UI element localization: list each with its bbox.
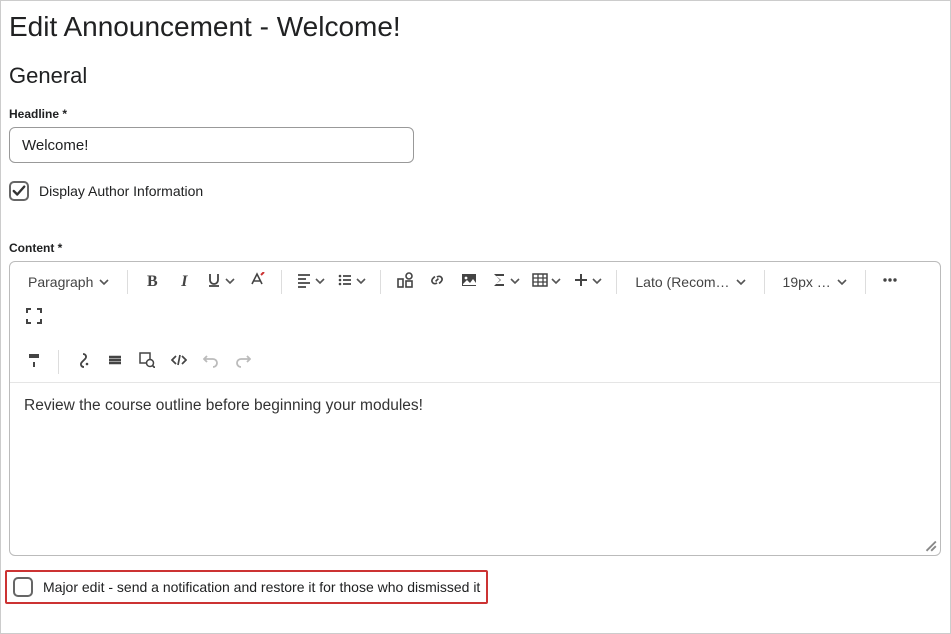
format-painter-button[interactable] <box>20 348 48 376</box>
fullscreen-icon <box>26 308 42 329</box>
clear-format-icon <box>75 352 91 373</box>
chevron-down-icon <box>551 273 561 291</box>
hr-button[interactable] <box>101 348 129 376</box>
sigma-icon <box>491 272 507 293</box>
source-code-button[interactable] <box>165 348 193 376</box>
bold-button[interactable]: B <box>138 268 166 296</box>
display-author-row: Display Author Information <box>9 181 950 201</box>
section-general-heading: General <box>9 63 950 89</box>
toolbar-separator <box>616 270 617 294</box>
display-author-label: Display Author Information <box>39 183 203 199</box>
paragraph-format-dropdown[interactable]: Paragraph <box>20 268 117 296</box>
chevron-down-icon <box>510 273 520 291</box>
chevron-down-icon <box>315 273 325 291</box>
font-size-label: 19px … <box>783 274 831 290</box>
equation-button[interactable] <box>487 268 524 296</box>
resize-handle[interactable] <box>923 538 937 552</box>
code-icon <box>171 352 187 373</box>
fullscreen-button[interactable] <box>20 304 48 332</box>
ai-check-button[interactable] <box>133 348 161 376</box>
display-author-checkbox[interactable] <box>9 181 29 201</box>
ellipsis-icon <box>882 272 898 293</box>
underline-icon <box>206 272 222 293</box>
toolbar-separator <box>281 270 282 294</box>
underline-button[interactable] <box>202 268 239 296</box>
hr-icon <box>107 352 123 373</box>
insert-stuff-icon <box>397 272 413 293</box>
major-edit-row: Major edit - send a notification and res… <box>5 570 488 604</box>
table-button[interactable] <box>528 268 565 296</box>
toolbar-separator <box>58 350 59 374</box>
bold-icon: B <box>147 273 158 291</box>
align-icon <box>296 272 312 293</box>
image-icon <box>461 272 477 293</box>
table-icon <box>532 272 548 293</box>
italic-button[interactable]: I <box>170 268 198 296</box>
redo-button[interactable] <box>229 348 257 376</box>
plus-icon <box>573 272 589 293</box>
content-label: Content * <box>9 241 950 255</box>
major-edit-label: Major edit - send a notification and res… <box>43 579 480 595</box>
redo-icon <box>235 352 251 373</box>
italic-icon: I <box>181 273 187 291</box>
headline-input[interactable] <box>9 127 414 163</box>
rich-text-editor: Paragraph B I <box>9 261 941 556</box>
font-family-label: Lato (Recom… <box>635 274 729 290</box>
list-button[interactable] <box>333 268 370 296</box>
page-title: Edit Announcement - Welcome! <box>9 11 950 43</box>
chevron-down-icon <box>736 274 746 290</box>
insert-image-button[interactable] <box>455 268 483 296</box>
insert-more-button[interactable] <box>569 268 606 296</box>
list-icon <box>337 272 353 293</box>
toolbar-separator <box>764 270 765 294</box>
editor-toolbar: Paragraph B I <box>10 262 940 383</box>
editor-content-area[interactable]: Review the course outline before beginni… <box>10 383 940 555</box>
chevron-down-icon <box>592 273 602 291</box>
toolbar-separator <box>127 270 128 294</box>
format-painter-icon <box>26 352 42 373</box>
align-button[interactable] <box>292 268 329 296</box>
toolbar-separator <box>380 270 381 294</box>
clear-format-button[interactable] <box>69 348 97 376</box>
chevron-down-icon <box>356 273 366 291</box>
chevron-down-icon <box>225 273 235 291</box>
more-actions-button[interactable] <box>876 268 904 296</box>
ai-check-icon <box>139 352 155 373</box>
headline-label: Headline * <box>9 107 950 121</box>
font-family-dropdown[interactable]: Lato (Recom… <box>627 268 753 296</box>
toolbar-separator <box>865 270 866 294</box>
paragraph-format-label: Paragraph <box>28 274 93 290</box>
link-icon <box>429 272 445 293</box>
insert-stuff-button[interactable] <box>391 268 419 296</box>
text-color-button[interactable] <box>243 268 271 296</box>
undo-icon <box>203 352 219 373</box>
font-size-dropdown[interactable]: 19px … <box>775 268 855 296</box>
insert-link-button[interactable] <box>423 268 451 296</box>
chevron-down-icon <box>99 274 109 290</box>
chevron-down-icon <box>837 274 847 290</box>
major-edit-checkbox[interactable] <box>13 577 33 597</box>
undo-button[interactable] <box>197 348 225 376</box>
text-color-icon <box>249 272 265 293</box>
